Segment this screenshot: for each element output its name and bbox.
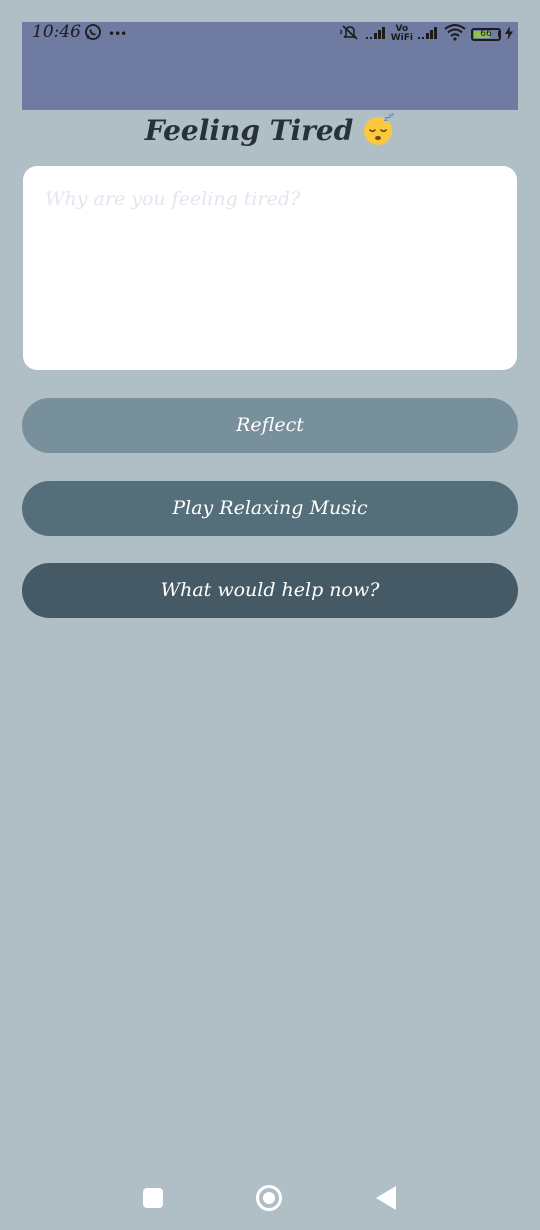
status-left-icons: •••: [84, 23, 127, 45]
battery-level: 66: [480, 28, 492, 39]
more-icon: •••: [108, 27, 127, 41]
sleeping-face-icon: z z z: [361, 112, 395, 147]
page-title-text: Feeling Tired: [144, 113, 354, 147]
page-title: Feeling Tired z z z: [0, 112, 540, 148]
mute-icon: [339, 24, 361, 44]
navigation-bar: [0, 1170, 540, 1226]
wifi-icon: [443, 23, 467, 45]
status-bar: 10:46 ••• Vo WiFi 66: [22, 22, 518, 110]
signal-icon: [365, 25, 387, 44]
home-icon-inner: [263, 1192, 275, 1204]
tired-reason-input[interactable]: [23, 166, 517, 370]
back-icon[interactable]: [376, 1186, 396, 1210]
battery-body: 66: [471, 27, 501, 41]
status-time: 10:46: [32, 22, 81, 42]
charging-icon: [504, 25, 514, 44]
whatsapp-icon: [84, 23, 102, 45]
battery-icon: 66: [471, 27, 501, 41]
what-would-help-button[interactable]: What would help now?: [22, 563, 518, 618]
play-relaxing-music-button[interactable]: Play Relaxing Music: [22, 481, 518, 536]
home-icon[interactable]: [256, 1185, 282, 1211]
signal-icon: [417, 25, 439, 44]
status-right-icons: Vo WiFi 66: [339, 23, 514, 45]
recents-icon[interactable]: [143, 1188, 163, 1208]
svg-text:z: z: [390, 113, 394, 118]
reflect-button[interactable]: Reflect: [22, 398, 518, 453]
vowifi-icon: Vo WiFi: [390, 24, 413, 43]
